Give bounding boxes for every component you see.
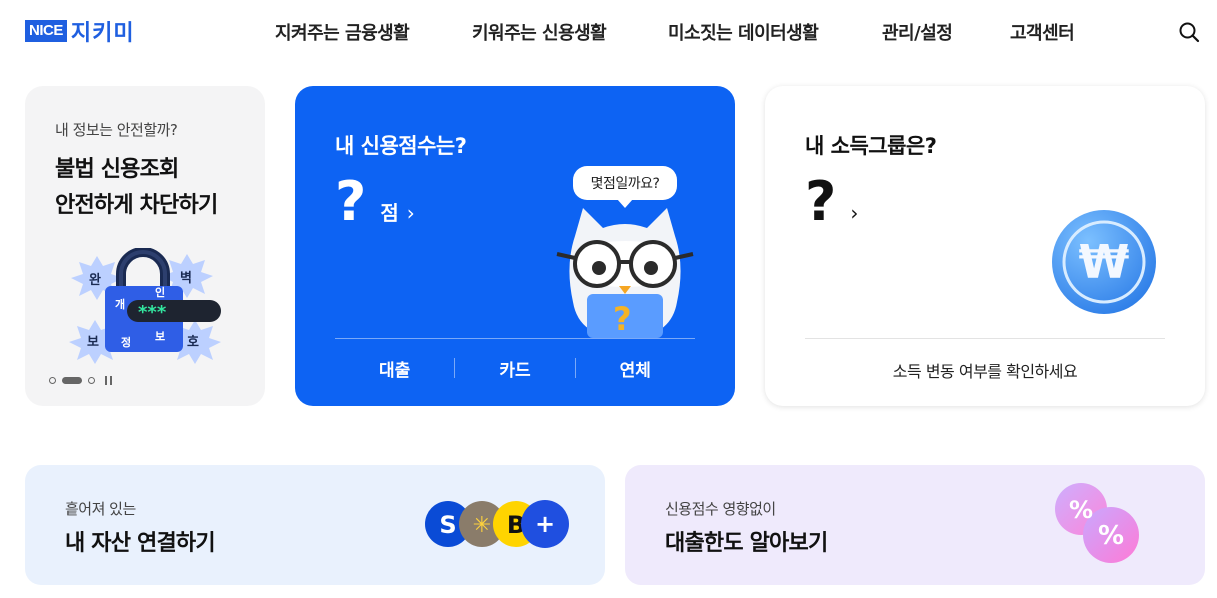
svg-text:%: % [1098,521,1124,551]
nav-item-finance[interactable]: 지켜주는 금융생활 [275,19,410,45]
badge-char-bo: 보 [87,335,99,350]
nav-item-settings[interactable]: 관리/설정 [882,19,953,45]
badge-char-gae: 개 [115,297,125,311]
chevron-right-icon: › [406,201,415,225]
credit-links: 대출 카드 연체 [335,356,695,386]
svg-text:%: % [1069,496,1093,524]
svg-text:S: S [439,511,456,539]
logo-name: 지키미 [70,21,135,46]
security-title-line2: 안전하게 차단하기 [55,193,218,218]
credit-score-value: ? [335,170,367,233]
percent-coins-icon: % % [1055,483,1139,563]
won-coin-icon: ₩ [1052,210,1156,314]
badge-char-bo-2: 보 [155,330,165,343]
pager-dot-active[interactable] [62,377,82,384]
badge-char-wan: 완 [89,273,101,288]
nav-item-data[interactable]: 미소짓는 데이터생활 [668,19,819,45]
badge-char-in: 인 [155,285,165,299]
nav-item-support[interactable]: 고객센터 [1010,19,1075,45]
asset-banner-subtitle: 흩어져 있는 [65,500,136,518]
search-icon[interactable] [1177,20,1201,44]
credit-score-unit: 점 [380,201,399,225]
asset-connect-banner[interactable]: 흩어져 있는 내 자산 연결하기 S ✳ B + [25,465,605,585]
link-overdue[interactable]: 연체 [576,356,695,386]
svg-text:✳: ✳ [473,513,491,538]
chevron-right-icon: › [850,201,859,225]
income-group-link[interactable]: ? › [805,174,858,230]
svg-text:₩: ₩ [1079,235,1130,289]
divider [805,338,1165,339]
link-card[interactable]: 카드 [455,356,574,386]
password-mask: *** [138,302,167,323]
income-group-card[interactable]: 내 소득그룹은? ? › ₩ 소득 변동 여부를 확인하세요 [765,86,1205,406]
credit-score-card[interactable]: 내 신용점수는? ? 점 › 몇점일까요? ? 대출 카드 연체 [295,86,735,406]
credit-score-title: 내 신용점수는? [335,134,467,158]
pager-dot[interactable] [49,377,56,384]
divider [335,338,695,339]
nav-item-credit[interactable]: 키워주는 신용생활 [472,19,607,45]
security-title: 불법 신용조회 안전하게 차단하기 [55,152,218,224]
loan-limit-banner[interactable]: 신용점수 영향없이 대출한도 알아보기 % % [625,465,1205,585]
owl-mascot-icon: ? [556,208,694,338]
credit-score-link[interactable]: ? 점 › [335,174,415,230]
loan-banner-subtitle: 신용점수 영향없이 [665,500,776,518]
security-title-line1: 불법 신용조회 [55,157,179,182]
income-group-value: ? [805,170,837,233]
speech-bubble: 몇점일까요? [573,166,677,208]
badge-char-ho: 호 [187,335,199,350]
nice-jikimi-logo[interactable]: NICE 지키미 [25,18,135,46]
asset-banner-title: 내 자산 연결하기 [65,531,216,556]
badge-char-byeok: 벽 [180,270,192,286]
security-card[interactable]: 내 정보는 안전할까? 불법 신용조회 안전하게 차단하기 *** 완 벽 보 … [25,86,265,406]
income-change-link[interactable]: 소득 변동 여부를 확인하세요 [805,358,1165,382]
pager-dot[interactable] [88,377,95,384]
svg-text:?: ? [613,300,632,338]
link-loan[interactable]: 대출 [335,356,454,386]
pause-icon[interactable] [105,376,112,385]
top-header: NICE 지키미 지켜주는 금융생활 키워주는 신용생활 미소짓는 데이터생활 … [0,0,1217,64]
security-subtitle: 내 정보는 안전할까? [55,121,178,139]
svg-text:+: + [535,510,555,538]
loan-banner-title: 대출한도 알아보기 [665,531,828,556]
badge-char-jeong: 정 [121,335,131,349]
carousel-pager [49,376,112,385]
income-group-title: 내 소득그룹은? [805,134,937,158]
logo-badge: NICE [25,20,67,42]
bank-logos-icon: S ✳ B + [425,500,569,548]
padlock-privacy-icon: *** 완 벽 보 호 개 인 정 보 [69,248,221,364]
